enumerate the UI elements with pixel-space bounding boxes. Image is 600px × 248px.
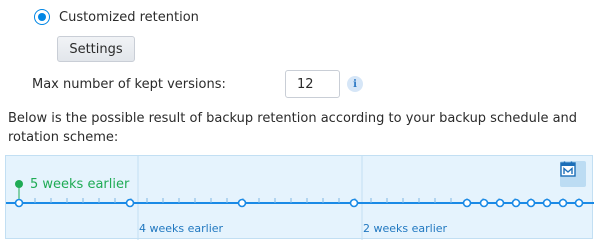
max-versions-label: Max number of kept versions: [32,77,226,92]
marker-label: 5 weeks earlier [30,177,130,192]
version-node[interactable] [125,198,135,208]
version-node[interactable] [558,198,568,208]
version-node[interactable] [237,198,247,208]
settings-button[interactable]: Settings [57,36,135,62]
version-node[interactable] [479,198,489,208]
customized-retention-radio[interactable] [34,9,50,25]
version-node[interactable] [574,198,584,208]
version-node[interactable] [349,198,359,208]
retention-description: Below is the possible result of backup r… [8,111,578,145]
customized-retention-option[interactable]: Customized retention [34,8,199,26]
customized-retention-label: Customized retention [59,9,199,25]
info-icon[interactable]: i [347,76,363,92]
calendar-icon [560,161,576,177]
max-versions-input[interactable] [285,70,340,98]
retention-settings-panel: Customized retention Settings Max number… [0,0,600,248]
section-label-2-weeks: 2 weeks earlier [363,222,448,235]
version-node[interactable] [526,198,536,208]
version-node[interactable] [542,198,552,208]
marker-pin [15,180,23,188]
version-node[interactable] [495,198,505,208]
timeline-graph: 5 weeks earlier 4 weeks earlier 2 weeks … [6,156,594,240]
version-node[interactable] [462,198,472,208]
radio-selected-dot [38,13,46,21]
version-node[interactable] [14,198,24,208]
calendar-button[interactable] [560,161,586,187]
version-node[interactable] [511,198,521,208]
section-label-4-weeks: 4 weeks earlier [139,222,224,235]
retention-timeline: 5 weeks earlier 4 weeks earlier 2 weeks … [5,155,594,240]
